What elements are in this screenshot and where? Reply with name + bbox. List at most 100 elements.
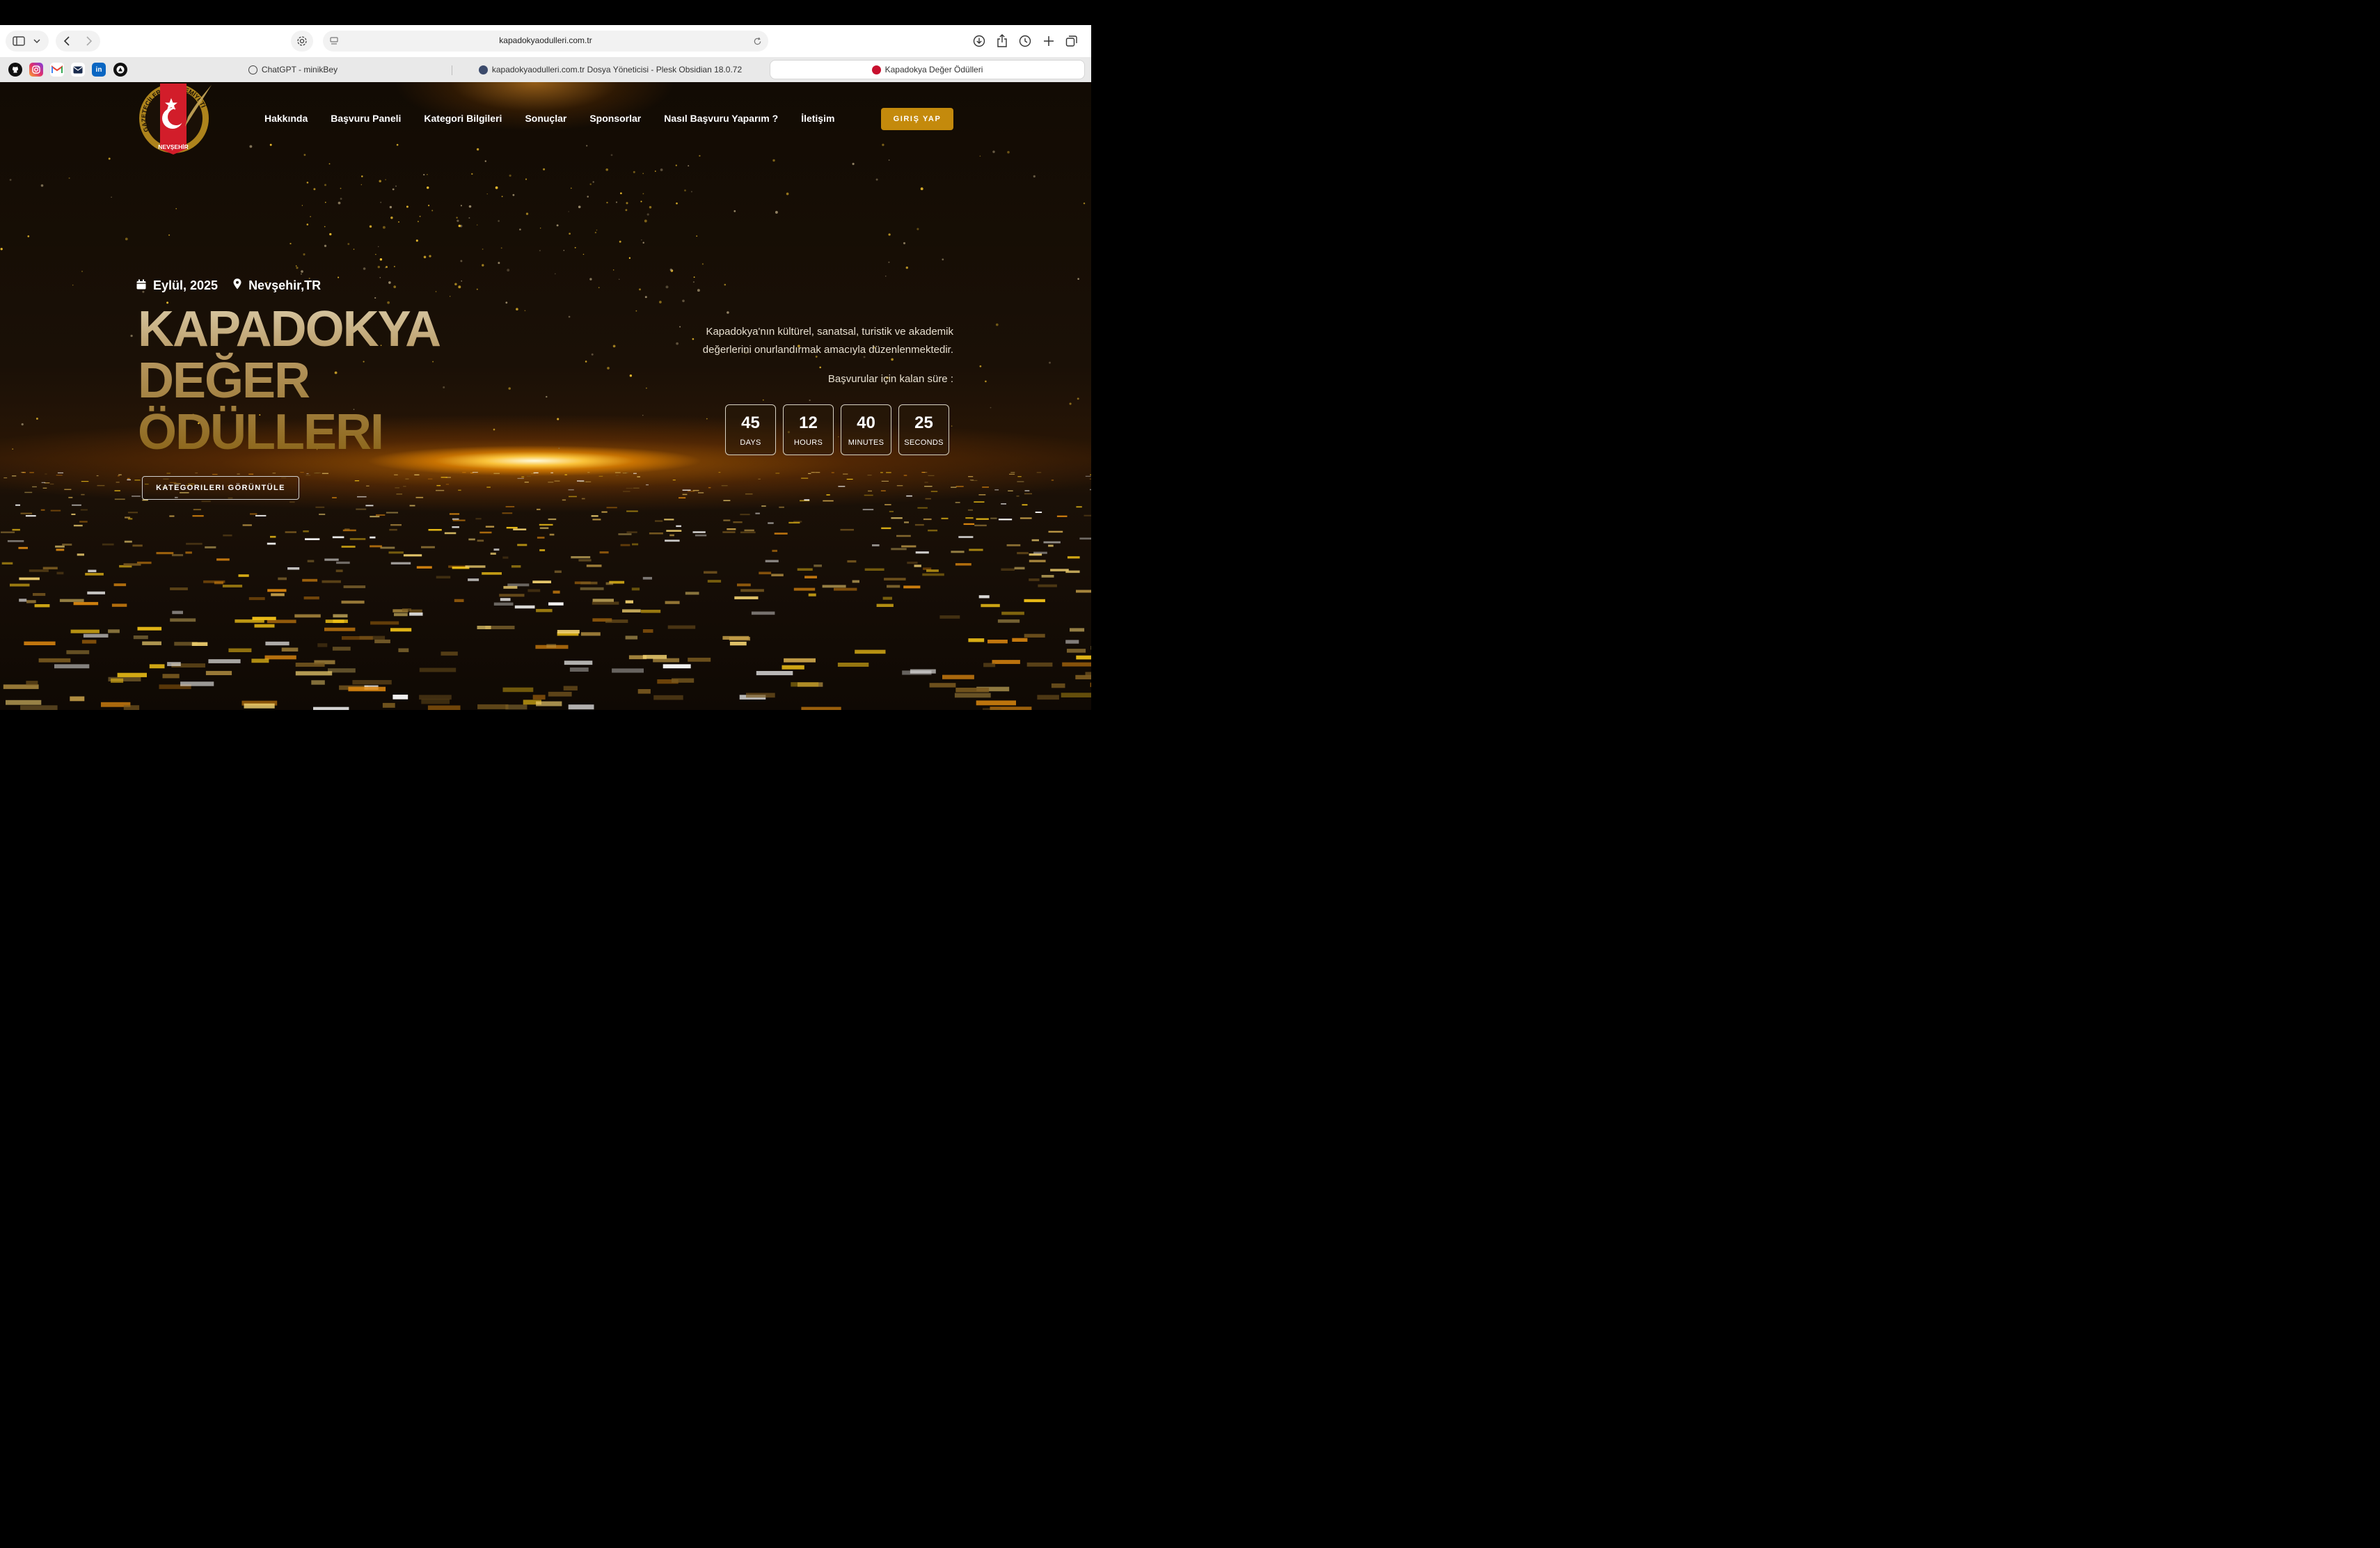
sparkle-particle bbox=[457, 219, 459, 222]
floor-tile bbox=[185, 551, 192, 554]
floor-tile bbox=[386, 512, 398, 514]
floor-tile bbox=[554, 480, 560, 482]
floor-tile bbox=[349, 538, 366, 540]
view-categories-button[interactable]: KATEGORILERI GÖRÜNTÜLE bbox=[142, 476, 299, 500]
tab-overview-icon[interactable] bbox=[1065, 34, 1079, 48]
sparkle-particle bbox=[0, 248, 3, 251]
address-bar[interactable]: kapadokyaodulleri.com.tr bbox=[323, 31, 768, 52]
sparkle-particle bbox=[329, 232, 332, 236]
floor-tile bbox=[804, 499, 810, 501]
floor-tile bbox=[132, 544, 143, 547]
instagram-icon[interactable] bbox=[29, 63, 43, 77]
sparkle-particle bbox=[701, 263, 704, 265]
gmail-icon[interactable] bbox=[50, 63, 64, 77]
floor-tile bbox=[127, 512, 138, 514]
floor-tile bbox=[838, 486, 846, 487]
floor-tile bbox=[317, 643, 328, 647]
nav-sponsorlar[interactable]: Sponsorlar bbox=[589, 113, 641, 124]
floor-tile bbox=[394, 613, 408, 617]
floor-tile bbox=[548, 518, 557, 521]
tab-plesk[interactable]: kapadokyaodulleri.com.tr Dosya Yöneticis… bbox=[454, 60, 767, 79]
tab-chatgpt[interactable]: ChatGPT - minikBey bbox=[136, 60, 450, 79]
floor-tile bbox=[6, 700, 42, 705]
site-settings-button[interactable] bbox=[291, 31, 313, 52]
floor-tile bbox=[664, 519, 674, 521]
main-nav: Hakkında Başvuru Paneli Kategori Bilgile… bbox=[264, 113, 857, 124]
mail-icon[interactable] bbox=[71, 63, 85, 77]
floor-tile bbox=[811, 472, 815, 473]
floor-tile bbox=[250, 513, 257, 515]
floor-tile bbox=[133, 635, 148, 640]
floor-tile bbox=[493, 602, 514, 606]
sparkle-particle bbox=[415, 239, 418, 242]
history-icon[interactable] bbox=[1018, 34, 1032, 48]
floor-tile bbox=[123, 563, 141, 566]
floor-tile bbox=[704, 571, 717, 574]
sidebar-toggle-group[interactable] bbox=[6, 31, 49, 52]
floor-tile bbox=[506, 527, 518, 529]
floor-tile bbox=[740, 531, 756, 534]
floor-tile bbox=[746, 693, 775, 698]
nav-iletisim[interactable]: İletişim bbox=[801, 113, 834, 124]
sparkle-particle bbox=[460, 205, 462, 207]
floor-tile bbox=[111, 678, 124, 683]
floor-tile bbox=[1014, 567, 1025, 570]
sidebar-icon[interactable] bbox=[13, 35, 25, 47]
nav-nasil-basvuru[interactable]: Nasıl Başvuru Yaparım ? bbox=[664, 113, 778, 124]
floor-tile bbox=[1048, 530, 1063, 533]
floor-tile bbox=[1089, 489, 1091, 491]
floor-tile bbox=[281, 647, 299, 651]
sparkle-particle bbox=[690, 191, 692, 193]
floor-tile bbox=[978, 494, 986, 496]
sparkle-particle bbox=[495, 186, 498, 189]
floor-tile bbox=[864, 494, 873, 496]
floor-tile bbox=[733, 521, 743, 523]
floor-tile bbox=[981, 603, 1000, 608]
share-icon[interactable] bbox=[995, 33, 1009, 47]
nav-sonuclar[interactable]: Sonuçlar bbox=[525, 113, 566, 124]
vercel-icon[interactable] bbox=[113, 63, 127, 77]
floor-tile bbox=[884, 504, 891, 505]
floor-tile bbox=[1024, 599, 1045, 603]
reload-icon[interactable] bbox=[752, 35, 763, 47]
tab-bar: in ChatGPT - minikBey kapadokyaodulleri.… bbox=[0, 57, 1091, 82]
floor-tile bbox=[68, 496, 73, 498]
floor-tile bbox=[1043, 541, 1061, 544]
sparkle-particle bbox=[554, 273, 556, 275]
downloads-icon[interactable] bbox=[972, 34, 986, 48]
floor-tile bbox=[581, 498, 585, 500]
sparkle-particle bbox=[693, 276, 695, 278]
floor-tile bbox=[458, 489, 461, 491]
floor-tile bbox=[734, 596, 759, 599]
countdown-label: Başvurular için kalan süre : bbox=[827, 373, 953, 385]
floor-tile bbox=[477, 704, 509, 709]
login-button[interactable]: GIRIŞ YAP bbox=[881, 108, 953, 130]
gazeteciler-cemiyeti-logo[interactable]: GAZETECİLER CEMİYETİ NEVŞEHİR bbox=[136, 82, 214, 157]
chevron-down-icon[interactable] bbox=[32, 36, 42, 46]
floor-tile bbox=[237, 473, 240, 475]
browser-toolbar: kapadokyaodulleri.com.tr bbox=[0, 25, 1091, 57]
sparkle-particle bbox=[649, 205, 652, 209]
floor-tile bbox=[1085, 475, 1091, 477]
linkedin-icon[interactable]: in bbox=[92, 63, 106, 77]
floor-tile bbox=[34, 604, 50, 608]
new-tab-icon[interactable] bbox=[1042, 34, 1056, 48]
floor-tile bbox=[864, 568, 884, 571]
floor-tile bbox=[398, 648, 409, 652]
floor-tile bbox=[380, 546, 395, 549]
floor-tile bbox=[42, 487, 47, 489]
floor-tile bbox=[771, 574, 784, 576]
floor-tile bbox=[983, 708, 1001, 710]
floor-tile bbox=[113, 583, 127, 587]
nav-kategori-bilgileri[interactable]: Kategori Bilgileri bbox=[424, 113, 502, 124]
floor-tile bbox=[24, 491, 33, 493]
nav-basvuru-paneli[interactable]: Başvuru Paneli bbox=[331, 113, 401, 124]
nav-hakkinda[interactable]: Hakkında bbox=[264, 113, 308, 124]
sparkle-particle bbox=[525, 178, 527, 180]
forward-icon[interactable] bbox=[84, 35, 95, 47]
github-icon[interactable] bbox=[8, 63, 22, 77]
back-icon[interactable] bbox=[61, 35, 72, 47]
sparkle-particle bbox=[295, 265, 297, 267]
tab-kapadokya[interactable]: Kapadokya Değer Ödülleri bbox=[770, 60, 1085, 79]
sparkle-particle bbox=[419, 215, 421, 217]
